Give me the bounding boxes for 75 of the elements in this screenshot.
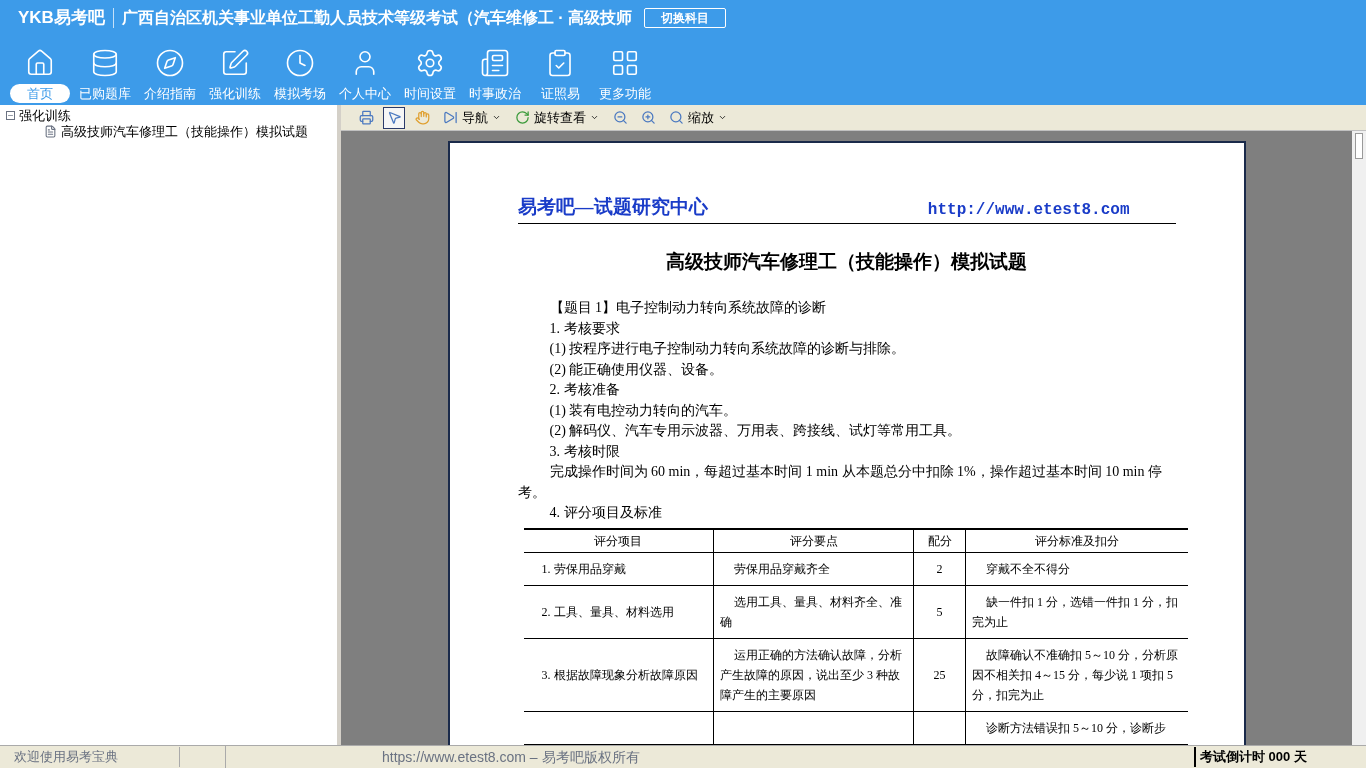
zoom-out-icon [612, 110, 628, 125]
table-cell: 25 [913, 638, 966, 712]
nav-tab[interactable]: 模拟考场 [266, 84, 334, 103]
document-paragraph: 2. 考核准备 [549, 381, 621, 399]
expander-icon[interactable] [6, 110, 15, 120]
hand-icon [414, 110, 430, 125]
table-cell: 2 [913, 552, 966, 586]
table-cell: 2. 工具、量具、材料选用 [523, 585, 714, 639]
table-cell: 缺一件扣 1 分，选错一件扣 1 分，扣完为止 [965, 585, 1188, 639]
nav-tab[interactable]: 个人中心 [331, 84, 399, 103]
column-header: 评分标准及扣分 [965, 528, 1188, 553]
window-title: 广西自治区机关事业单位工勤人员技术等级考试（汽车维修工 · 高级技师 [121, 8, 633, 28]
document-brand: 易考吧—试题研究中心 [517, 195, 708, 219]
document-paragraph: (2) 解码仪、汽车专用示波器、万用表、跨接线、试灯等常用工具。 [549, 422, 963, 440]
scrollbar[interactable] [1352, 131, 1366, 745]
table-cell: 5 [913, 585, 966, 639]
settings-icon [415, 48, 445, 78]
document-paragraph: 3. 考核时限 [549, 442, 621, 461]
document-paragraph: 【题目 1】电子控制动力转向系统故障的诊断 [549, 299, 827, 317]
table-cell: 诊断方法错误扣 5～10 分，诊断步 [965, 711, 1188, 745]
nav-tab[interactable]: 已购题库 [71, 84, 139, 103]
document-paragraph: 完成操作时间为 60 min，每超过基本时间 1 min 从本题总分中扣除 1%，操作超过基本时间 10 min 停考。 [517, 463, 1163, 502]
grid-icon [610, 48, 640, 78]
nav-tab[interactable]: 时事政治 [461, 84, 529, 103]
column-header: 配分 [913, 528, 966, 553]
status-welcome: 欢迎使用易考宝典 [0, 747, 180, 767]
rotate-icon [515, 110, 530, 125]
document-paragraph: (1) 装有电控动力转向的汽车。 [549, 401, 739, 420]
switch-subject-button[interactable]: 切换科目 [644, 8, 727, 28]
column-header: 评分要点 [713, 528, 914, 553]
app-logo: YKB易考吧 [18, 7, 105, 30]
table-cell [913, 711, 966, 745]
document-paragraph: 4. 评分项目及标准 [549, 504, 663, 522]
column-header: 评分项目 [523, 528, 714, 553]
newspaper-icon [480, 48, 510, 78]
toolbar-menu-button[interactable]: 缩放 [665, 106, 731, 129]
nav-tab[interactable]: 时间设置 [396, 84, 464, 103]
table-cell: 1. 劳保用品穿戴 [523, 552, 714, 586]
skip-icon [443, 110, 458, 125]
table-cell: 穿戴不全不得分 [965, 552, 1188, 586]
toolbar-menu-button[interactable]: 导航 [439, 106, 505, 129]
nav-tab[interactable]: 强化训练 [201, 84, 269, 103]
nav-tab[interactable]: 更多功能 [591, 84, 659, 103]
pointer-icon [386, 110, 402, 125]
document-icon [44, 124, 57, 138]
table-cell: 劳保用品穿戴齐全 [713, 552, 914, 586]
table-cell: 故障确认不准确扣 5～10 分，分析原因不相关扣 4～15 分，每少说 1 项扣 5 分，扣完为止 [965, 638, 1188, 712]
zoom-in-icon [640, 110, 656, 125]
nav-tab[interactable]: 首页 [10, 84, 70, 103]
table-cell: 3. 根据故障现象分析故障原因 [523, 638, 714, 712]
compass-icon [155, 48, 185, 78]
edit-icon [220, 48, 250, 78]
search-icon [669, 110, 684, 125]
nav-tab[interactable]: 证照易 [532, 84, 588, 103]
caret-icon [492, 113, 501, 122]
tree-item[interactable]: 高级技师汽车修理工（技能操作）模拟试题 [61, 124, 308, 138]
status-countdown: 考试倒计时 000 天 [1194, 747, 1366, 767]
caret-icon [590, 113, 599, 122]
toolbar-menu-button[interactable]: 旋转查看 [511, 106, 603, 129]
document-paragraph: (2) 能正确使用仪器、设备。 [549, 360, 725, 379]
database-icon [90, 48, 120, 78]
table-cell: 选用工具、量具、材料齐全、准确 [713, 585, 914, 639]
toolbar-button[interactable] [383, 106, 405, 129]
caret-icon [718, 113, 727, 122]
status-copyright: https://www.etest8.com – 易考吧版权所有 [382, 747, 640, 767]
document-paragraph: (1) 按程序进行电子控制动力转向系统故障的诊断与排除。 [549, 340, 907, 358]
printer-icon [358, 110, 374, 125]
home-icon [25, 48, 55, 78]
document-url: http://www.etest8.com [927, 199, 1131, 221]
tree-item[interactable]: 强化训练 [19, 108, 71, 122]
document-paragraph: 1. 考核要求 [549, 319, 621, 338]
document-title: 高级技师汽车修理工（技能操作）模拟试题 [665, 249, 1028, 274]
nav-tab[interactable]: 介绍指南 [136, 84, 204, 103]
clock-icon [285, 48, 315, 78]
table-cell: 运用正确的方法确认故障，分析产生故障的原因，说出至少 3 种故障产生的主要原因 [713, 638, 914, 712]
